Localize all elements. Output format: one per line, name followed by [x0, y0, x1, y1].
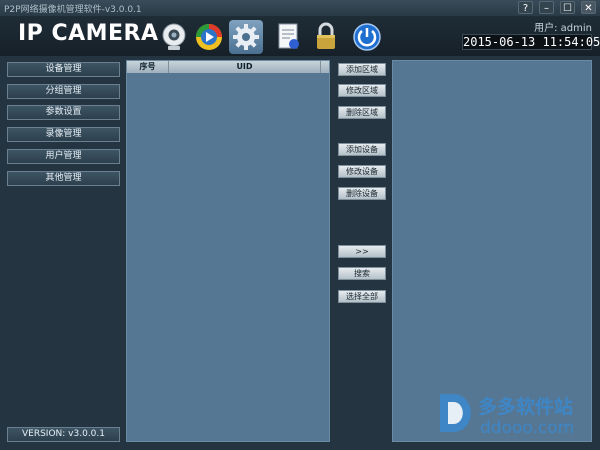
- search-button[interactable]: 搜索: [338, 267, 386, 280]
- add-area-button[interactable]: 添加区域: [338, 63, 386, 76]
- sidebar-item-device-management[interactable]: 设备管理: [7, 62, 120, 77]
- datetime-display: 2015-06-13 11:54:05: [462, 34, 600, 50]
- lock-icon[interactable]: [309, 20, 343, 54]
- minimize-button[interactable]: –: [539, 1, 554, 14]
- add-device-button[interactable]: 添加设备: [338, 143, 386, 156]
- watermark-logo-icon: [440, 394, 471, 432]
- webcam-icon[interactable]: [157, 20, 191, 54]
- close-button[interactable]: ✕: [581, 1, 596, 14]
- sidebar-item-recording-management[interactable]: 录像管理: [7, 127, 120, 142]
- delete-area-button[interactable]: 删除区域: [338, 106, 386, 119]
- watermark-url: ddooo.com: [480, 418, 575, 438]
- window-controls: ? – ☐ ✕: [518, 1, 596, 14]
- edit-area-button[interactable]: 修改区域: [338, 84, 386, 97]
- device-list[interactable]: 序号 UID: [126, 60, 330, 442]
- settings-gear-icon[interactable]: [229, 20, 263, 54]
- window-title: P2P网络摄像机管理软件-v3.0.0.1: [4, 5, 142, 15]
- device-list-header: 序号 UID: [127, 61, 329, 73]
- column-header-uid[interactable]: UID: [169, 61, 321, 73]
- move-right-button[interactable]: >>: [338, 245, 386, 258]
- window-title-bar: P2P网络摄像机管理软件-v3.0.0.1 ? – ☐ ✕: [0, 0, 600, 16]
- sidebar-item-parameter-settings[interactable]: 参数设置: [7, 105, 120, 120]
- maximize-button[interactable]: ☐: [560, 1, 575, 14]
- current-user: 用户: admin: [534, 23, 592, 34]
- help-button[interactable]: ?: [518, 1, 533, 14]
- column-header-seq[interactable]: 序号: [127, 61, 169, 73]
- power-icon[interactable]: [350, 20, 384, 54]
- play-icon[interactable]: [192, 20, 226, 54]
- watermark: 多多软件站 ddooo.com: [430, 384, 596, 446]
- delete-device-button[interactable]: 删除设备: [338, 187, 386, 200]
- edit-device-button[interactable]: 修改设备: [338, 165, 386, 178]
- select-all-button[interactable]: 选择全部: [338, 290, 386, 303]
- version-label: VERSION: v3.0.0.1: [7, 427, 120, 442]
- app-logo: IP CAMERA: [18, 21, 159, 46]
- sidebar-item-other-management[interactable]: 其他管理: [7, 171, 120, 186]
- sidebar-item-user-management[interactable]: 用户管理: [7, 149, 120, 164]
- watermark-brand: 多多软件站: [478, 396, 574, 418]
- document-icon[interactable]: [272, 20, 306, 54]
- sidebar-item-group-management[interactable]: 分组管理: [7, 84, 120, 99]
- header: IP CAMERA 用户: admin 2015-06-13 11:54:05: [0, 16, 600, 56]
- column-header-spacer: [321, 61, 329, 73]
